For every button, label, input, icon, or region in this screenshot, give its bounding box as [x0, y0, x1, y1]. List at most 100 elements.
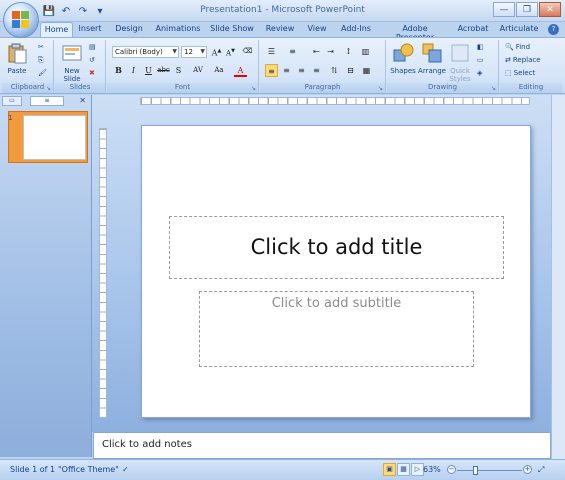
- font-label: Font: [107, 83, 258, 93]
- change-case-icon[interactable]: Aa: [210, 64, 228, 77]
- format-painter-icon[interactable]: 🖌: [38, 69, 47, 77]
- notes-pane[interactable]: Click to add notes: [93, 432, 551, 459]
- underline-icon[interactable]: U: [142, 64, 155, 77]
- chevron-down-icon: ▼: [172, 48, 177, 55]
- subtitle-placeholder[interactable]: Click to add subtitle: [199, 291, 474, 367]
- line-spacing-icon[interactable]: ↕: [342, 45, 355, 58]
- new-slide-label: New Slide: [63, 67, 81, 83]
- zoom-level[interactable]: 63%: [423, 465, 441, 474]
- italic-icon[interactable]: I: [127, 64, 140, 77]
- zoom-thumb[interactable]: [473, 466, 479, 475]
- tab-articulate[interactable]: Articulate: [498, 22, 540, 37]
- slides-label: Slides: [55, 83, 105, 93]
- zoom-out-icon[interactable]: −: [447, 465, 456, 474]
- drawing-label: Drawing: [387, 83, 498, 93]
- office-button[interactable]: [3, 2, 39, 38]
- find-button[interactable]: 🔍 Find: [505, 43, 530, 51]
- clear-formatting-icon[interactable]: ⌫: [241, 45, 254, 58]
- justify-icon[interactable]: ≡: [310, 64, 323, 77]
- vertical-scrollbar[interactable]: [551, 95, 565, 432]
- cut-icon[interactable]: ✂: [38, 43, 44, 51]
- shapes-icon: [393, 43, 414, 62]
- ribbon-tabs: Home Insert Design Animations Slide Show…: [0, 22, 565, 42]
- text-shadow-icon[interactable]: S: [172, 64, 185, 77]
- replace-button[interactable]: ⇄ Replace: [505, 56, 541, 64]
- outline-tab[interactable]: ≡: [30, 96, 64, 106]
- shape-outline-icon[interactable]: ▭: [477, 56, 484, 64]
- tab-slide-show[interactable]: Slide Show: [208, 22, 256, 37]
- clipboard-launcher-icon[interactable]: ↘: [46, 85, 51, 92]
- align-left-icon[interactable]: ≡: [265, 64, 278, 77]
- window-controls: — ❐ ✕: [493, 2, 561, 17]
- arrange-button[interactable]: Arrange: [417, 42, 447, 75]
- replace-icon: ⇄: [505, 56, 511, 64]
- tab-adobe-presenter[interactable]: Adobe Presenter: [383, 22, 447, 42]
- tab-home[interactable]: Home: [40, 22, 73, 37]
- window-title: Presentation1 - Microsoft PowerPoint: [200, 5, 365, 15]
- select-button[interactable]: ⬚ Select: [505, 69, 535, 77]
- slide-thumbnail-number: 1: [8, 114, 13, 122]
- shrink-font-icon[interactable]: A▼: [224, 45, 237, 58]
- fit-to-window-icon[interactable]: ⤢: [538, 465, 544, 475]
- reset-icon[interactable]: ↺: [89, 56, 95, 64]
- zoom-in-icon[interactable]: +: [523, 465, 532, 474]
- new-slide-button[interactable]: New Slide: [58, 42, 86, 83]
- bold-icon[interactable]: B: [112, 64, 125, 77]
- shape-effects-icon[interactable]: ◈: [477, 69, 482, 77]
- vertical-ruler: [99, 128, 107, 418]
- restore-button[interactable]: ❐: [516, 2, 538, 17]
- slide-sorter-view-icon[interactable]: ▦: [397, 463, 410, 476]
- delete-slide-icon[interactable]: ✖: [89, 69, 95, 77]
- close-pane-icon[interactable]: ✕: [79, 96, 86, 105]
- grow-font-icon[interactable]: A▲: [210, 45, 223, 58]
- normal-view-icon[interactable]: ▣: [383, 463, 396, 476]
- decrease-indent-icon[interactable]: ⇤: [310, 45, 323, 58]
- font-color-icon[interactable]: A: [234, 64, 247, 77]
- zoom-track: [457, 470, 522, 471]
- tab-view[interactable]: View: [304, 22, 330, 37]
- tab-add-ins[interactable]: Add-Ins: [337, 22, 375, 37]
- select-label: Select: [513, 69, 536, 77]
- title-placeholder[interactable]: Click to add title: [169, 216, 504, 279]
- paste-icon: [8, 43, 27, 64]
- spell-check-icon[interactable]: ✓: [122, 465, 129, 474]
- minimize-button[interactable]: —: [493, 2, 515, 17]
- font-name-combo[interactable]: Calibri (Body) ▼: [112, 46, 179, 58]
- close-button[interactable]: ✕: [539, 2, 561, 17]
- character-spacing-icon[interactable]: AV: [189, 64, 207, 77]
- drawing-launcher-icon[interactable]: ↘: [491, 85, 496, 92]
- align-right-icon[interactable]: ≡: [295, 64, 308, 77]
- editing-label: Editing: [500, 83, 562, 93]
- clipboard-group: Paste ✂ ⎘ 🖌 Clipboard ↘: [2, 40, 54, 93]
- bullets-icon[interactable]: ☰: [265, 45, 278, 58]
- status-bar: Slide 1 of 1 "Office Theme" ✓ ▣ ▦ ▷ 63% …: [0, 459, 565, 480]
- tab-insert[interactable]: Insert: [75, 22, 105, 37]
- copy-icon[interactable]: ⎘: [38, 56, 44, 65]
- shapes-button[interactable]: Shapes: [389, 42, 417, 75]
- increase-indent-icon[interactable]: ⇥: [324, 45, 337, 58]
- quick-styles-button[interactable]: Quick Styles: [447, 42, 473, 83]
- numbering-icon[interactable]: ≡: [286, 45, 299, 58]
- tab-review[interactable]: Review: [262, 22, 298, 37]
- text-direction-icon[interactable]: ⇅: [328, 64, 341, 77]
- align-text-icon[interactable]: ⊟: [344, 64, 357, 77]
- tab-design[interactable]: Design: [111, 22, 147, 37]
- strikethrough-icon[interactable]: abc: [157, 64, 170, 77]
- align-center-icon[interactable]: ≡: [280, 64, 293, 77]
- tab-acrobat[interactable]: Acrobat: [456, 22, 490, 37]
- columns-icon[interactable]: ▥: [359, 45, 372, 58]
- notes-placeholder: Click to add notes: [102, 439, 192, 450]
- shape-fill-icon[interactable]: ◧: [477, 43, 484, 51]
- slide-thumbnail[interactable]: [8, 111, 88, 163]
- tab-animations[interactable]: Animations: [154, 22, 202, 37]
- paste-button[interactable]: Paste: [4, 42, 30, 75]
- notes-scrollbar[interactable]: [551, 432, 565, 459]
- font-size-combo[interactable]: 12 ▼: [181, 46, 207, 58]
- zoom-slider[interactable]: − +: [447, 465, 532, 476]
- smartart-icon[interactable]: ▦: [360, 64, 373, 77]
- font-launcher-icon[interactable]: ↘: [251, 85, 256, 92]
- paragraph-launcher-icon[interactable]: ↘: [378, 85, 383, 92]
- slides-tab[interactable]: ▭: [2, 96, 22, 106]
- help-icon[interactable]: ?: [548, 24, 559, 35]
- layout-icon[interactable]: ▤: [89, 43, 96, 51]
